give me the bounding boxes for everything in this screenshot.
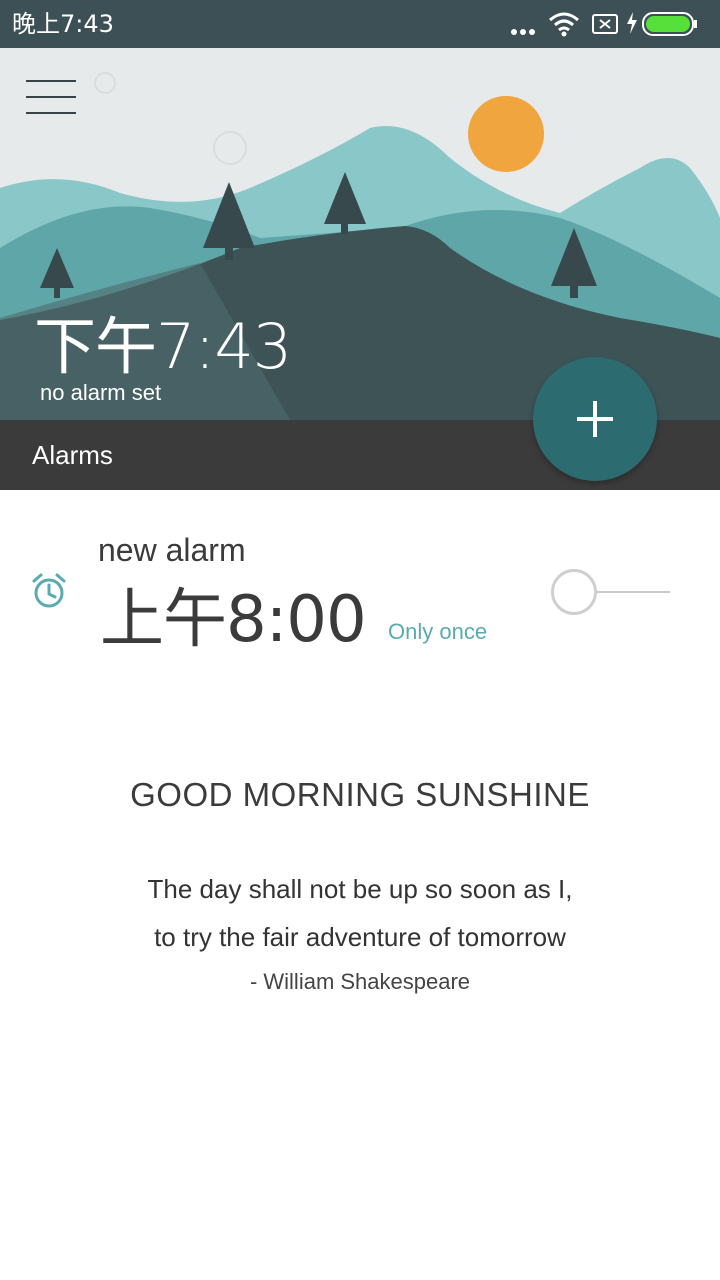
add-alarm-button[interactable] [533,357,657,481]
menu-icon-line [26,96,76,98]
quote-title: GOOD MORNING SUNSHINE [130,776,590,813]
menu-button[interactable] [20,76,80,118]
alarm-clock-icon [32,573,66,608]
sim-off-icon [592,14,618,34]
quote-line: The day shall not be up so soon as I, [147,874,573,904]
status-icons [511,12,697,37]
battery-icon [642,12,697,36]
status-time: 晚上7:43 [12,10,114,38]
quote-author: - William Shakespeare [249,969,471,994]
alarm-time: 上午8:00 [100,583,367,657]
menu-icon-line [26,80,76,82]
tab-alarms[interactable]: Alarms [32,438,113,472]
alarm-list-item[interactable]: new alarm 上午8:00 Only once [0,500,720,680]
status-bar: 晚上7:43 [0,0,720,48]
menu-icon-line [26,112,76,114]
alarm-toggle[interactable] [548,566,672,618]
more-dots-icon [511,29,535,35]
alarm-name: new alarm [98,532,246,568]
quote-line: to try the fair adventure of tomorrow [154,922,566,952]
sun [468,96,544,172]
wifi-icon [549,12,579,37]
toggle-knob [551,569,597,615]
current-time: 下午7:43 [34,310,292,383]
charging-icon [627,12,637,34]
alarm-repeat: Only once [388,619,488,644]
alarm-status: no alarm set [40,380,162,405]
